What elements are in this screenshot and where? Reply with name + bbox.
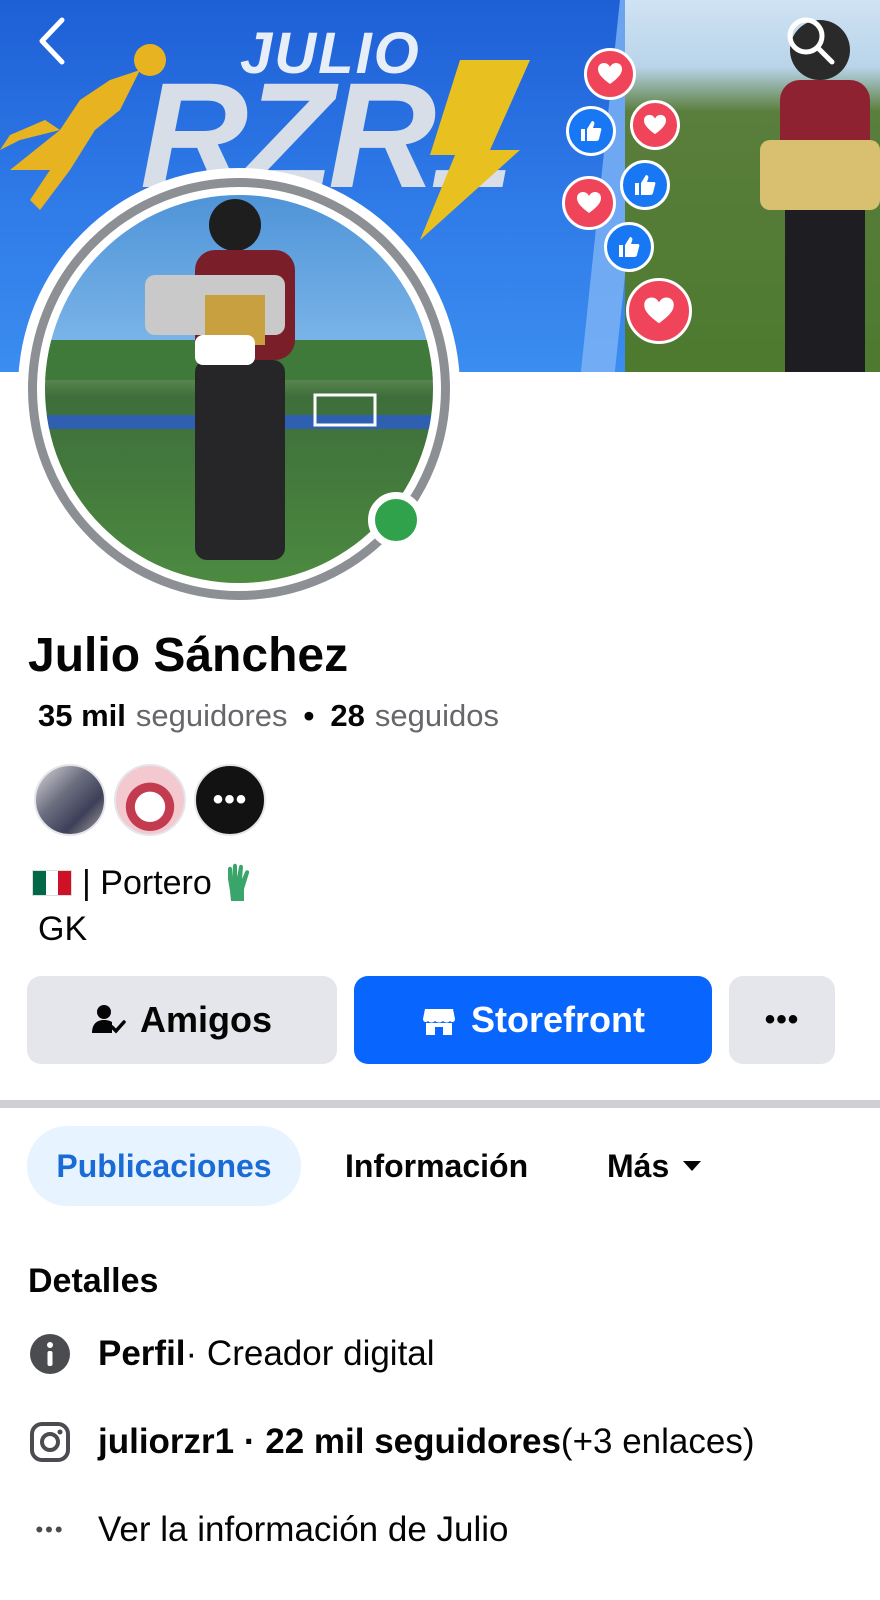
- detail-profile-type: Perfil · Creador digital: [28, 1332, 435, 1376]
- storefront-icon: [423, 1009, 455, 1035]
- cover-person-image: [760, 20, 880, 372]
- profile-name: Julio Sánchez: [28, 629, 349, 682]
- friend-avatar[interactable]: [114, 764, 186, 836]
- following-label[interactable]: seguidos: [375, 698, 499, 734]
- detail-profile-label: Perfil: [98, 1334, 186, 1373]
- online-status-indicator: [368, 492, 424, 548]
- view-info-label: Ver la información de Julio: [98, 1510, 509, 1549]
- more-dots-icon: •••: [35, 1517, 65, 1542]
- followers-count[interactable]: 35 mil: [38, 698, 126, 734]
- instagram-handle[interactable]: juliorzr1 · 22 mil seguidores: [98, 1422, 561, 1462]
- like-reaction-icon: [566, 106, 616, 156]
- following-count[interactable]: 28: [330, 698, 364, 734]
- profile-tabs: Publicaciones Información Más: [27, 1126, 835, 1206]
- friends-button[interactable]: Amigos: [27, 976, 337, 1064]
- goalkeeper-glove-icon: [227, 863, 249, 901]
- tab-more[interactable]: Más: [607, 1126, 703, 1206]
- friend-avatar[interactable]: [34, 764, 106, 836]
- stats-separator: •: [303, 698, 315, 733]
- detail-instagram[interactable]: juliorzr1 · 22 mil seguidores (+3 enlace…: [28, 1420, 755, 1464]
- instagram-links[interactable]: (+3 enlaces): [561, 1422, 755, 1462]
- more-options-button[interactable]: •••: [729, 976, 835, 1064]
- like-reaction-icon: [620, 160, 670, 210]
- caret-down-icon: [683, 1161, 702, 1171]
- details-heading: Detalles: [28, 1262, 159, 1300]
- detail-profile-value: · Creador digital: [185, 1334, 435, 1373]
- info-icon: [28, 1332, 72, 1376]
- heart-reaction-icon: [626, 278, 692, 344]
- tab-more-label: Más: [607, 1147, 670, 1184]
- more-friends-button[interactable]: •••: [194, 764, 266, 836]
- profile-bio: | Portero GK: [32, 860, 256, 952]
- friend-check-icon: [91, 1005, 126, 1034]
- view-info-link[interactable]: ••• Ver la información de Julio: [28, 1508, 509, 1552]
- heart-reaction-icon: [630, 100, 680, 150]
- profile-actions: Amigos Storefront •••: [27, 976, 835, 1064]
- heart-reaction-icon: [562, 176, 616, 230]
- bio-line-2: GK: [38, 910, 88, 948]
- storefront-button[interactable]: Storefront: [354, 976, 712, 1064]
- search-icon: [787, 17, 835, 65]
- back-button[interactable]: [30, 14, 76, 68]
- profile-avatar[interactable]: [18, 168, 460, 610]
- search-button[interactable]: [782, 12, 840, 70]
- followers-label[interactable]: seguidores: [136, 698, 288, 734]
- instagram-icon: [28, 1420, 72, 1464]
- heart-reaction-icon: [584, 48, 636, 100]
- mexico-flag-icon: [32, 870, 72, 896]
- storefront-button-label: Storefront: [471, 999, 645, 1040]
- section-divider: [0, 1100, 880, 1108]
- bio-line-1: | Portero: [82, 864, 212, 902]
- like-reaction-icon: [604, 222, 654, 272]
- tab-posts[interactable]: Publicaciones: [27, 1126, 301, 1206]
- chevron-left-icon: [39, 17, 65, 65]
- friends-button-label: Amigos: [139, 999, 272, 1040]
- lightning-icon: [420, 60, 530, 240]
- tab-info[interactable]: Información: [345, 1126, 528, 1206]
- mutual-friends: •••: [34, 764, 266, 836]
- follow-stats: 35 mil seguidores • 28 seguidos: [38, 698, 499, 734]
